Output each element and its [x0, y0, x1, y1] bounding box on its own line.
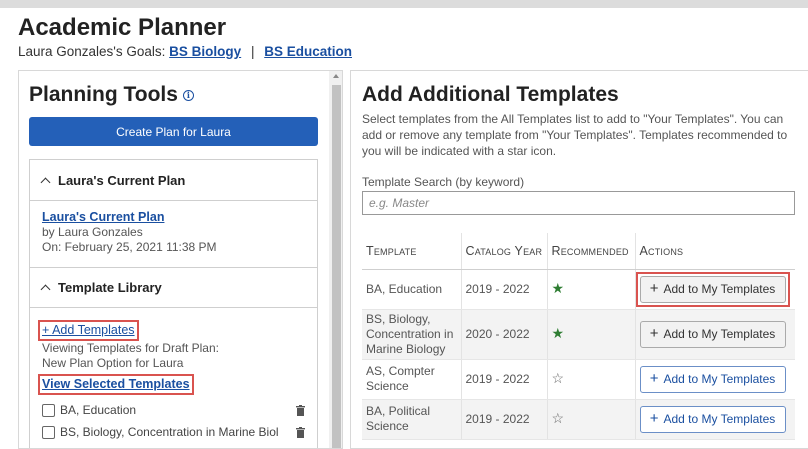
- plus-icon: +: [649, 280, 659, 297]
- template-search-input[interactable]: [362, 191, 795, 215]
- column-header-actions: Actions: [635, 233, 795, 270]
- column-header-template: Template: [362, 233, 462, 270]
- add-templates-description: Select templates from the All Templates …: [362, 112, 788, 158]
- table-row: BS, Biology, Concentration in Marine Bio…: [362, 309, 795, 360]
- star-outline-icon: ☆: [551, 410, 565, 426]
- templates-table: Template Catalog Year Recommended Action…: [362, 233, 795, 440]
- planning-tools-title: Planning Tools i: [29, 83, 321, 107]
- template-library-header[interactable]: Template Library: [30, 267, 317, 308]
- view-selected-templates-link[interactable]: View Selected Templates: [42, 377, 190, 391]
- add-button-label: Add to My Templates: [663, 327, 776, 341]
- current-plan-link[interactable]: Laura's Current Plan: [42, 210, 164, 224]
- plus-icon: +: [649, 325, 659, 342]
- table-row: AS, Compter Science 2019 - 2022 ☆ + Add …: [362, 359, 795, 400]
- add-button-highlight: + Add to My Templates: [635, 271, 790, 307]
- add-templates-link[interactable]: + Add Templates: [42, 323, 135, 337]
- table-row: BA, Education 2019 - 2022 ★ + Add to My …: [362, 269, 795, 310]
- star-filled-icon: ★: [551, 280, 565, 296]
- catalog-year: 2019 - 2022: [461, 269, 548, 310]
- library-item: BS, Biology, Concentration in Marine Bio…: [42, 424, 305, 440]
- planning-tools-panel: Planning Tools i Create Plan for Laura L…: [18, 70, 343, 449]
- goals-line: Laura Gonzales's Goals: BS Biology | BS …: [18, 44, 352, 59]
- scroll-up-arrow-icon[interactable]: [333, 74, 339, 78]
- viewing-line-1: Viewing Templates for Draft Plan:: [42, 341, 219, 355]
- add-button-label: Add to My Templates: [663, 412, 776, 426]
- current-plan-header[interactable]: Laura's Current Plan: [30, 160, 317, 201]
- catalog-year: 2019 - 2022: [461, 399, 548, 440]
- planning-tools-title-text: Planning Tools: [29, 83, 178, 106]
- catalog-year: 2020 - 2022: [461, 309, 548, 360]
- table-row: BA, Political Science 2019 - 2022 ☆ + Ad…: [362, 399, 795, 440]
- plus-icon: +: [649, 370, 659, 387]
- add-button-label: Add to My Templates: [663, 282, 776, 296]
- view-selected-highlight: View Selected Templates: [38, 374, 194, 395]
- add-templates-highlight: + Add Templates: [38, 320, 139, 341]
- chevron-up-icon: [40, 177, 51, 187]
- table-header-row: Template Catalog Year Recommended Action…: [362, 233, 795, 270]
- library-item-checkbox[interactable]: [42, 425, 55, 439]
- template-name: AS, Compter Science: [362, 359, 462, 400]
- column-header-recommended: Recommended: [547, 233, 636, 270]
- page-header: Academic Planner Laura Gonzales's Goals:…: [18, 14, 352, 59]
- template-library-heading: Template Library: [58, 280, 162, 295]
- template-name: BA, Education: [362, 269, 462, 310]
- page-title: Academic Planner: [18, 14, 227, 41]
- scroll-thumb[interactable]: [332, 85, 341, 448]
- trash-icon[interactable]: [296, 404, 305, 416]
- add-button-label: Add to My Templates: [663, 372, 776, 386]
- add-templates-title: Add Additional Templates: [362, 83, 619, 106]
- library-item-checkbox[interactable]: [42, 403, 55, 417]
- library-item: BA, Education: [42, 402, 305, 418]
- goal-separator: |: [250, 44, 255, 59]
- current-plan-author: by Laura Gonzales: [42, 225, 143, 239]
- add-to-my-templates-button[interactable]: + Add to My Templates: [639, 275, 786, 303]
- chevron-up-icon: [40, 284, 51, 295]
- template-name: BA, Political Science: [362, 399, 462, 440]
- left-panel-scrollbar[interactable]: [329, 71, 342, 448]
- goals-prefix: Laura Gonzales's Goals:: [18, 44, 166, 59]
- current-plan-heading: Laura's Current Plan: [58, 172, 186, 188]
- catalog-year: 2019 - 2022: [461, 359, 548, 400]
- trash-icon[interactable]: [296, 426, 305, 438]
- goal-link-bs-biology[interactable]: BS Biology: [169, 44, 241, 59]
- current-plan-date: On: February 25, 2021 11:38 PM: [42, 240, 217, 254]
- top-border: [0, 0, 808, 8]
- add-templates-panel: Add Additional Templates Select template…: [350, 70, 808, 449]
- plus-icon: +: [649, 410, 659, 427]
- template-name: BS, Biology, Concentration in Marine Bio…: [362, 309, 462, 360]
- template-search-label: Template Search (by keyword): [362, 175, 525, 189]
- star-outline-icon: ☆: [551, 370, 565, 386]
- star-filled-icon: ★: [551, 325, 565, 341]
- library-item-name: BS, Biology, Concentration in Marine Bio…: [60, 424, 279, 439]
- add-to-my-templates-button[interactable]: + Add to My Templates: [639, 405, 786, 433]
- current-plan-section: Laura's Current Plan Laura's Current Pla…: [29, 159, 318, 268]
- library-item-name: BA, Education: [60, 402, 137, 417]
- column-header-catalog-year: Catalog Year: [461, 233, 548, 270]
- add-to-my-templates-button[interactable]: + Add to My Templates: [639, 365, 786, 393]
- viewing-line-2: New Plan Option for Laura: [42, 356, 184, 370]
- add-to-my-templates-button[interactable]: + Add to My Templates: [639, 320, 786, 348]
- template-library-section: Template Library + Add Templates Viewing…: [29, 267, 318, 448]
- info-icon[interactable]: i: [182, 89, 194, 101]
- goal-link-bs-education[interactable]: BS Education: [264, 44, 352, 59]
- create-plan-button[interactable]: Create Plan for Laura: [29, 117, 318, 146]
